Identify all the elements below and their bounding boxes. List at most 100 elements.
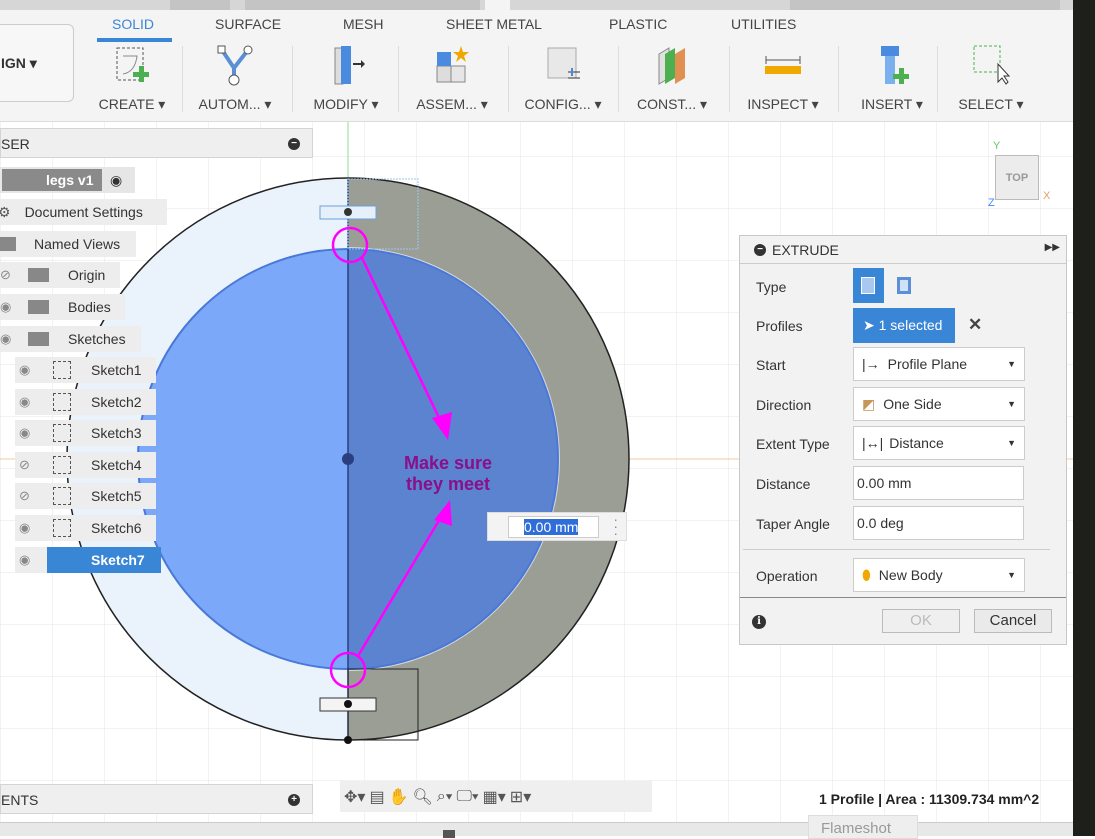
tab-utilities[interactable]: UTILITIES bbox=[731, 16, 796, 32]
solid-extrude-icon bbox=[861, 277, 875, 294]
clear-selection-icon[interactable]: ✕ bbox=[968, 315, 982, 335]
eye-hidden-icon[interactable]: ⊘ bbox=[0, 267, 11, 283]
status-text: 1 Profile | Area : 11309.734 mm^2 bbox=[819, 791, 1040, 807]
browser-item-document-settings[interactable]: ⚙ Document Settings bbox=[0, 199, 167, 225]
profiles-selection[interactable]: ➤ 1 selected bbox=[853, 308, 955, 343]
select-menu[interactable]: SELECT ▾ bbox=[941, 44, 1041, 118]
more-icon[interactable]: · · · bbox=[613, 512, 618, 540]
doc-tab[interactable] bbox=[170, 0, 230, 10]
browser-root[interactable]: legs v1 ◉ bbox=[0, 167, 135, 193]
direction-dropdown[interactable]: ◩ One Side bbox=[853, 387, 1025, 421]
tab-mesh[interactable]: MESH bbox=[343, 16, 383, 32]
create-menu[interactable]: CREATE ▾ bbox=[82, 44, 182, 118]
operation-dropdown[interactable]: ⬮ New Body bbox=[853, 558, 1025, 592]
origin-point[interactable] bbox=[342, 453, 354, 465]
eye-icon[interactable]: ◉ bbox=[19, 520, 30, 536]
tab-sheet-metal[interactable]: SHEET METAL bbox=[446, 16, 542, 32]
sketch-label: Sketch3 bbox=[91, 425, 142, 442]
collapse-icon[interactable]: − bbox=[288, 138, 300, 150]
browser-item-bodies[interactable]: ◉ Bodies bbox=[0, 294, 125, 320]
fit-icon[interactable]: ⌕▾ bbox=[437, 788, 453, 806]
construct-menu[interactable]: CONST... ▾ bbox=[622, 44, 722, 118]
point-top[interactable] bbox=[344, 208, 352, 216]
collapse-icon[interactable]: − bbox=[754, 244, 766, 256]
folder-icon bbox=[28, 268, 49, 282]
sketch-label: Sketch7 bbox=[47, 546, 161, 573]
browser-item-sketch[interactable]: ⊘ Sketch4 bbox=[15, 451, 156, 478]
tab-solid[interactable]: SOLID bbox=[112, 16, 154, 32]
point-end[interactable] bbox=[344, 736, 352, 744]
start-dropdown[interactable]: |→ Profile Plane bbox=[853, 347, 1025, 381]
orbit-icon[interactable]: ✥▾ bbox=[344, 787, 365, 807]
separator bbox=[292, 46, 293, 112]
grid-settings-icon[interactable]: ▦▾ bbox=[483, 787, 506, 807]
display-settings-icon[interactable]: 🖵▾ bbox=[456, 788, 478, 806]
browser-item-sketch[interactable]: ◉ Sketch3 bbox=[15, 420, 156, 447]
configure-menu[interactable]: CONFIG... ▾ bbox=[513, 44, 613, 118]
separator bbox=[838, 46, 839, 112]
eye-icon[interactable]: ◉ bbox=[0, 331, 11, 347]
doc-tab[interactable] bbox=[245, 0, 480, 10]
document-tabs bbox=[0, 0, 1073, 10]
assemble-menu[interactable]: ASSEM... ▾ bbox=[402, 44, 502, 118]
automate-menu[interactable]: AUTOM... ▾ bbox=[185, 44, 285, 118]
type-solid-button[interactable] bbox=[853, 268, 884, 303]
ok-button[interactable]: OK bbox=[882, 609, 960, 633]
modify-menu[interactable]: MODIFY ▾ bbox=[296, 44, 396, 118]
extrude-header[interactable]: − EXTRUDE ▶▶ bbox=[740, 236, 1066, 264]
separator bbox=[398, 46, 399, 112]
viewports-icon[interactable]: ⊞▾ bbox=[510, 787, 531, 807]
doc-tab-active[interactable] bbox=[485, 0, 510, 10]
eye-icon[interactable]: ◉ bbox=[19, 552, 30, 568]
workspace-switcher[interactable]: IGN ▾ bbox=[0, 24, 74, 102]
one-side-icon: ◩ bbox=[862, 395, 876, 412]
distance-label: Distance bbox=[756, 476, 811, 492]
info-icon[interactable]: i bbox=[752, 615, 766, 629]
profile-plane-icon: |→ bbox=[862, 356, 880, 372]
dimension-input[interactable]: 0.00 mm bbox=[508, 516, 599, 538]
sketch-locked-icon bbox=[53, 519, 71, 537]
expand-arrows-icon[interactable]: ▶▶ bbox=[1045, 242, 1060, 253]
eye-hidden-icon[interactable]: ⊘ bbox=[19, 457, 30, 473]
eye-hidden-icon[interactable]: ⊘ bbox=[19, 488, 30, 504]
browser-item-sketch[interactable]: ⊘ Sketch5 bbox=[15, 483, 156, 510]
tab-surface[interactable]: SURFACE bbox=[215, 16, 281, 32]
zoom-icon[interactable]: 🔍︎ bbox=[412, 787, 432, 807]
browser-item-sketches[interactable]: ◉ Sketches bbox=[0, 326, 141, 352]
eye-icon[interactable]: ◉ bbox=[19, 362, 30, 378]
insert-menu[interactable]: INSERT ▾ bbox=[842, 44, 942, 118]
taper-angle-input[interactable]: 0.0 deg bbox=[853, 506, 1024, 540]
distance-input[interactable]: 0.00 mm bbox=[853, 466, 1024, 500]
cancel-button[interactable]: Cancel bbox=[974, 609, 1052, 633]
viewcube-face-top[interactable]: TOP bbox=[1006, 172, 1028, 184]
browser-item-sketch[interactable]: ◉ Sketch2 bbox=[15, 388, 156, 415]
browser-header[interactable]: SER − bbox=[0, 128, 313, 158]
look-at-icon[interactable]: ▤ bbox=[369, 787, 384, 807]
expand-icon[interactable]: + bbox=[288, 794, 300, 806]
browser-item-sketch[interactable]: ◉ Sketch7 bbox=[15, 546, 161, 573]
root-label: legs v1 bbox=[2, 169, 102, 191]
sketch-edit-icon bbox=[53, 424, 71, 443]
comments-header[interactable]: ENTS + bbox=[0, 784, 313, 814]
point-bottom[interactable] bbox=[344, 700, 352, 708]
select-box-icon bbox=[973, 45, 1011, 85]
browser-item-origin[interactable]: ⊘ Origin bbox=[0, 262, 120, 288]
viewcube[interactable]: TOP bbox=[995, 155, 1039, 200]
sketch-locked-icon bbox=[53, 361, 71, 379]
browser-item-sketch[interactable]: ◉ Sketch1 bbox=[15, 357, 156, 383]
eye-icon[interactable]: ◉ bbox=[19, 425, 30, 441]
eye-icon[interactable]: ◉ bbox=[19, 394, 30, 410]
thin-extrude-icon[interactable] bbox=[897, 277, 911, 294]
doc-tab[interactable] bbox=[790, 0, 1060, 10]
axis-x-label: X bbox=[1043, 190, 1051, 202]
extent-type-dropdown[interactable]: |↔| Distance bbox=[853, 426, 1025, 460]
tab-plastic[interactable]: PLASTIC bbox=[609, 16, 667, 32]
sketch-locked-icon bbox=[53, 392, 71, 411]
browser-item-sketch[interactable]: ◉ Sketch6 bbox=[15, 515, 156, 541]
activate-radio-icon[interactable]: ◉ bbox=[110, 172, 122, 189]
timeline-marker[interactable] bbox=[443, 830, 455, 838]
browser-item-named-views[interactable]: Named Views bbox=[0, 231, 136, 257]
inspect-menu[interactable]: INSPECT ▾ bbox=[733, 44, 833, 118]
pan-icon[interactable]: ✋ bbox=[389, 787, 409, 807]
eye-icon[interactable]: ◉ bbox=[0, 299, 11, 315]
